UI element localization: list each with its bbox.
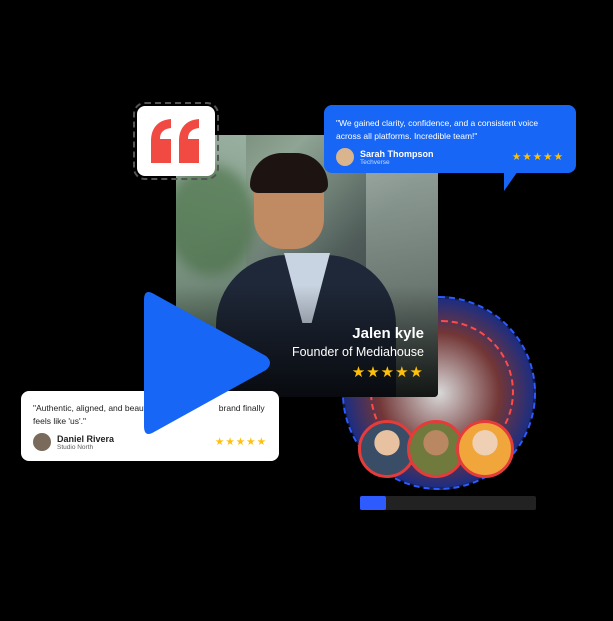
- decor-bar-accent: [360, 496, 386, 510]
- testimonial-text: "We gained clarity, confidence, and a co…: [336, 118, 539, 141]
- avatar: [456, 420, 514, 478]
- reviewer-company: Studio North: [57, 443, 94, 451]
- featured-role: Founder of Mediahouse: [291, 345, 424, 359]
- decor-bar: [360, 496, 536, 510]
- quote-icon: [151, 119, 199, 163]
- featured-name: Jalen kyle: [352, 325, 424, 342]
- play-icon[interactable]: [140, 288, 274, 438]
- featured-caption: Jalen kyle Founder of Mediahouse ★★★★★: [292, 325, 424, 381]
- testimonial-text-line2: feels like 'us'.": [33, 415, 87, 426]
- testimonial-text-start: "Authentic, aligned, and beauti: [33, 403, 149, 413]
- speech-tail: [504, 171, 518, 191]
- quote-badge: [133, 102, 219, 180]
- avatar: [33, 433, 51, 451]
- rating-stars: ★★★★★: [511, 151, 564, 163]
- reviewer-name: Sarah Thompson: [360, 148, 434, 159]
- reviewer-name: Daniel Rivera: [57, 433, 115, 444]
- featured-rating: ★★★★★: [351, 364, 424, 381]
- testimonial-card-top[interactable]: "We gained clarity, confidence, and a co…: [324, 105, 576, 191]
- avatar-group: [344, 420, 524, 490]
- reviewer-company: Techverse: [360, 158, 390, 166]
- person-hair: [250, 153, 328, 193]
- avatar: [336, 148, 354, 166]
